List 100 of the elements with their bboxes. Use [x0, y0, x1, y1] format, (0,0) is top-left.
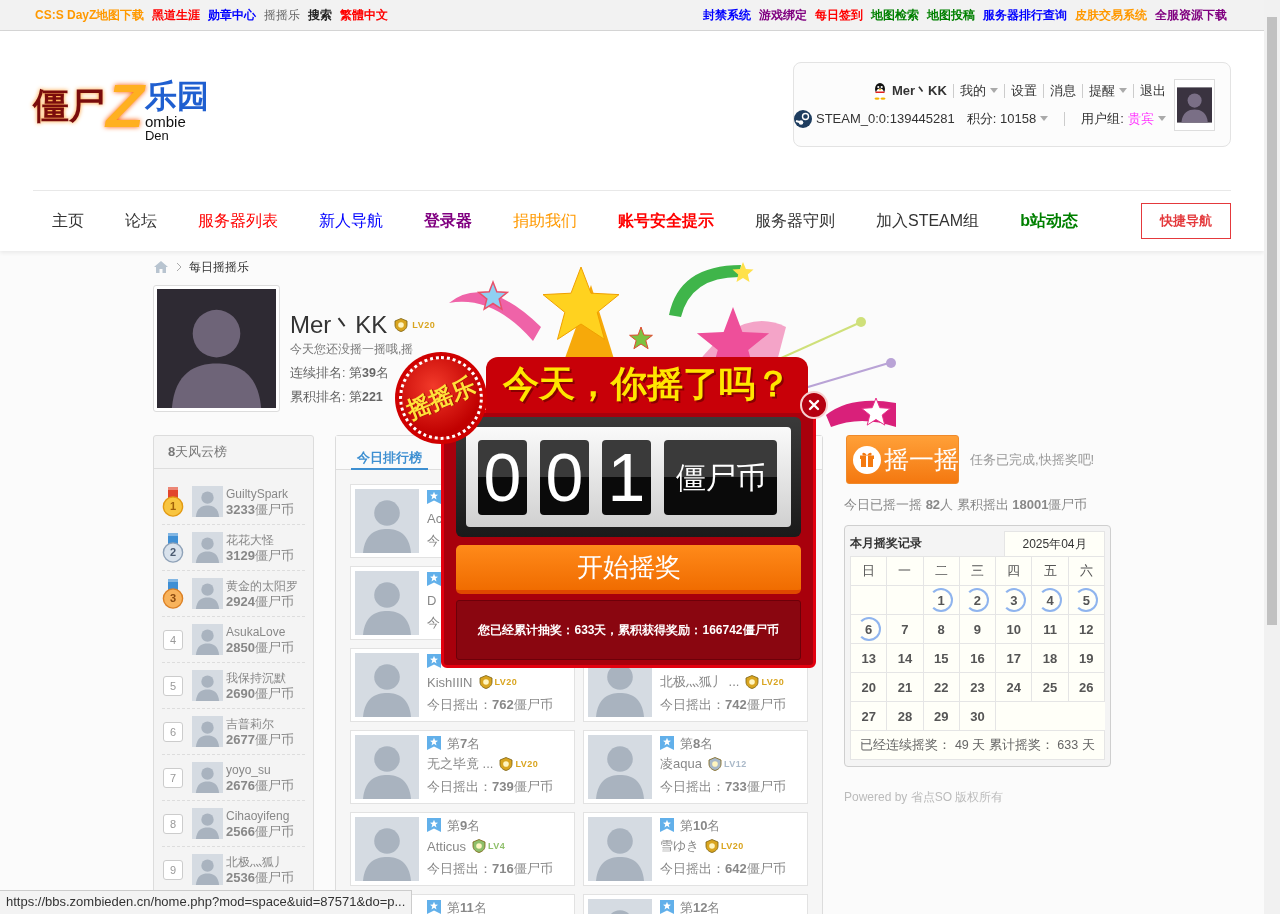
user-menu-link[interactable]: 消息: [1049, 81, 1076, 100]
coin-amount: 2850僵尸币: [226, 639, 294, 656]
level-label: LV20: [761, 677, 785, 687]
ranking-tab[interactable]: 今日排行榜: [351, 448, 428, 470]
user-menu-link[interactable]: 退出: [1139, 81, 1166, 100]
shake-button[interactable]: 摇一摇: [846, 435, 959, 484]
nav-link[interactable]: 捐助我们: [513, 210, 577, 232]
coin-amount: 2536僵尸币: [226, 869, 294, 886]
earned-amount: 今日摇出：733僵尸币: [660, 778, 786, 794]
coin-amount: 2690僵尸币: [226, 685, 294, 702]
top-link[interactable]: 勋章中心: [208, 6, 257, 24]
rank-number: 9: [163, 859, 183, 880]
popup-banner: 今天，你摇了吗？: [486, 357, 808, 413]
streak-rank: 连续排名: 第39名: [290, 365, 389, 382]
user-name-link[interactable]: GuiltySpark: [226, 485, 289, 502]
top-link[interactable]: 繁體中文: [340, 6, 389, 24]
logo-letter: Z: [106, 73, 144, 139]
user-menu-link[interactable]: 设置: [1010, 81, 1037, 100]
user-name-link[interactable]: 我保持沉默: [226, 669, 286, 686]
close-button[interactable]: [800, 391, 828, 419]
user-name-link[interactable]: Cihaoyifeng: [226, 807, 290, 824]
nav-link[interactable]: 服务器守则: [755, 210, 835, 232]
level-label: LV20: [412, 320, 436, 330]
home-icon[interactable]: [153, 260, 169, 274]
user-menu-link[interactable]: 提醒: [1088, 81, 1127, 100]
nav-link[interactable]: 论坛: [125, 210, 157, 232]
user-name-link[interactable]: 北极灬狐丿: [226, 853, 286, 870]
coin-amount: 3129僵尸币: [226, 547, 294, 564]
user-name-link[interactable]: 吉普莉尔: [226, 715, 274, 732]
user-name-link[interactable]: 雪ゆき: [660, 837, 699, 855]
calendar-day: 15: [929, 646, 954, 670]
scrollbar-thumb[interactable]: [1267, 17, 1277, 625]
top-link[interactable]: 地图检索: [871, 6, 919, 24]
rank-label: 第11名: [447, 899, 487, 914]
user-name-link[interactable]: 无之毕竟 ...: [427, 755, 494, 773]
top-link[interactable]: 地图投稿: [927, 6, 975, 24]
calendar-day: 11: [1038, 617, 1063, 641]
top-link[interactable]: 黑道生涯: [152, 6, 201, 24]
task-status: 任务已完成,快摇奖吧!: [970, 450, 1095, 469]
weekday-label: 四: [1007, 563, 1021, 578]
start-draw-button[interactable]: 开始摇奖: [456, 545, 801, 594]
steam-id: STEAM_0:0:139445281: [816, 111, 955, 126]
avatar-placeholder[interactable]: [1173, 78, 1215, 131]
user-name-link[interactable]: 黄金的太阳罗: [226, 577, 298, 594]
rank-number: 6: [163, 721, 183, 742]
coin-amount: 2566僵尸币: [226, 823, 294, 840]
calendar-day: 23: [965, 675, 990, 699]
coin-amount: 2924僵尸币: [226, 593, 294, 610]
nav-link[interactable]: b站动态: [1020, 210, 1078, 232]
quick-nav-button[interactable]: 快捷导航: [1141, 203, 1231, 239]
weekday-label: 二: [934, 563, 948, 578]
username-link[interactable]: Mer丶KK: [891, 81, 947, 100]
top-link[interactable]: 搜索: [308, 6, 333, 24]
calendar-day: 27: [856, 704, 881, 728]
breadcrumb-link[interactable]: 每日摇摇乐: [189, 258, 249, 276]
rank-number: 8: [163, 813, 183, 834]
calendar-day: 26: [1074, 675, 1099, 699]
top-link[interactable]: 每日签到: [815, 6, 863, 24]
lottery-stats: 今日已摇一摇 82人 累积摇出 18001僵尸币: [844, 497, 1089, 513]
leaderboard-title: 8天风云榜: [168, 443, 228, 461]
logo-subtitle: ombie: [144, 114, 186, 129]
nav-link[interactable]: 账号安全提示: [618, 210, 714, 232]
calendar-day: 25: [1038, 675, 1063, 699]
usergroup-link[interactable]: 贵宾: [1127, 109, 1166, 128]
user-name-link[interactable]: 花花大怪: [226, 531, 274, 548]
points-menu[interactable]: 积分: 10158: [966, 109, 1049, 128]
caret-icon: [1157, 116, 1166, 121]
counter-digit: 0: [540, 439, 589, 515]
user-name-link[interactable]: 北极灬狐丿 ...: [660, 673, 740, 691]
rank-label: 第10名: [680, 817, 721, 833]
user-name-link[interactable]: yoyo_su: [226, 761, 271, 778]
rank-label: 第7名: [447, 735, 481, 751]
user-name-link[interactable]: 凌aqua: [660, 755, 702, 773]
usergroup-label: 用户组:: [1081, 109, 1124, 128]
top-link[interactable]: 封禁系统: [703, 6, 751, 24]
calendar-day: 8: [929, 617, 954, 641]
user-name-link[interactable]: Ac: [427, 510, 443, 526]
nav-link[interactable]: 主页: [52, 210, 84, 232]
nav-link[interactable]: 登录器: [424, 210, 472, 232]
weekday-label: 六: [1079, 563, 1093, 578]
top-link[interactable]: 摇摇乐: [264, 6, 301, 24]
user-name-link[interactable]: AsukaLove: [226, 623, 286, 640]
top-link[interactable]: 全服资源下载: [1155, 6, 1227, 24]
top-link[interactable]: 服务器排行查询: [983, 6, 1067, 24]
user-name-link[interactable]: Atticus: [427, 838, 466, 854]
user-name-link[interactable]: KishIIIN: [427, 674, 473, 690]
user-name-link[interactable]: D: [427, 592, 437, 608]
chevron-icon: [176, 262, 182, 272]
nav-link[interactable]: 新人导航: [319, 210, 383, 232]
rank-number: 7: [163, 767, 183, 788]
total-rank: 累积排名: 第221: [290, 389, 383, 406]
gift-icon: [853, 445, 881, 474]
user-menu-link[interactable]: 我的: [959, 81, 998, 100]
counter-unit: 僵尸币: [664, 439, 777, 515]
nav-link[interactable]: 服务器列表: [198, 210, 278, 232]
weekday-label: 五: [1043, 563, 1057, 578]
counter-digit: 0: [478, 439, 527, 515]
nav-link[interactable]: 加入STEAM组: [876, 210, 980, 232]
top-link[interactable]: 游戏绑定: [759, 6, 807, 24]
calendar-day: 16: [965, 646, 990, 670]
